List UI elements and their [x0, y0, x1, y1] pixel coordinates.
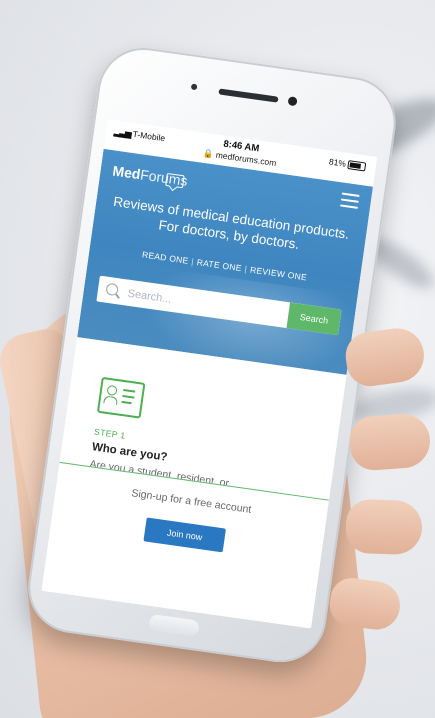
nav-read-one[interactable]: READ ONE [141, 249, 189, 265]
battery-percent: 81% [328, 156, 347, 169]
lock-icon: 🔒 [202, 147, 215, 160]
logo-bold: Med [111, 162, 142, 183]
nav-rate-one[interactable]: RATE ONE [196, 257, 242, 273]
nav-review-one[interactable]: REVIEW ONE [249, 265, 307, 283]
search-bar: Search [96, 275, 342, 336]
hand-finger [345, 498, 423, 556]
search-icon [105, 282, 119, 297]
site-logo[interactable]: MedForums [112, 162, 189, 188]
step-label: STEP 1 [93, 426, 127, 441]
signup-text: Sign-up for a free account [130, 487, 253, 516]
hero-section: MedForums Reviews of medical education p… [77, 148, 373, 375]
join-now-button[interactable]: Join now [143, 517, 226, 553]
steps-section: STEP 1 Who are you? Are you a student, r… [41, 337, 347, 629]
id-card-icon [96, 376, 146, 419]
hamburger-menu-icon[interactable] [339, 192, 360, 209]
search-button[interactable]: Search [286, 302, 342, 336]
photo-scene: ▂▃▅ T-Mobile 8:46 AM 🔒 medforums.com 81%… [0, 0, 435, 718]
chat-bubble-icon [165, 172, 185, 189]
hand-finger [348, 412, 432, 472]
search-input[interactable] [123, 279, 291, 331]
